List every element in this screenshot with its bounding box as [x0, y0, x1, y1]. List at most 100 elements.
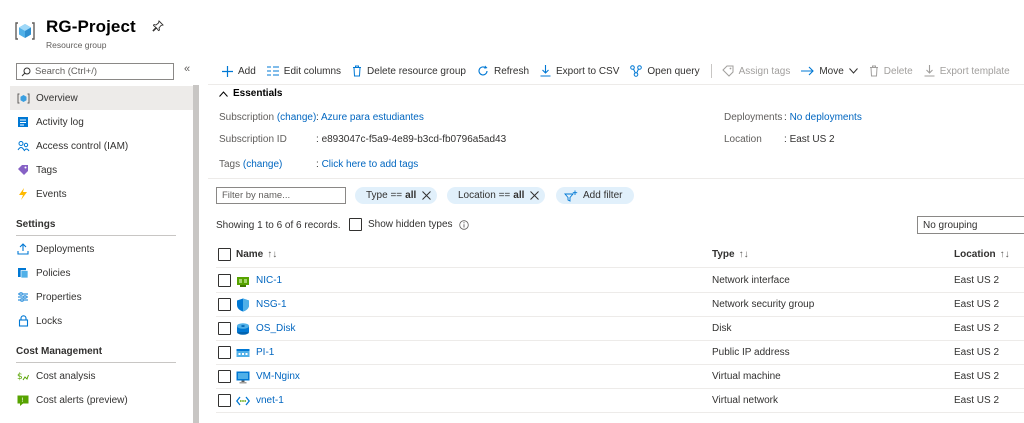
people-icon [16, 139, 30, 153]
row-checkbox[interactable] [218, 274, 231, 287]
essentials-deployments-value: : No deployments [784, 112, 862, 123]
row-checkbox[interactable] [218, 322, 231, 335]
add-filter-button[interactable]: Add filter [556, 187, 635, 204]
resource-name-link[interactable]: NIC-1 [256, 275, 282, 286]
select-all-checkbox[interactable] [218, 248, 231, 261]
export-csv-button[interactable]: Export to CSV [540, 65, 619, 77]
svg-text:!: ! [21, 396, 24, 404]
table-row[interactable]: NSG-1 Network security group East US 2 [216, 293, 1024, 317]
pin-icon[interactable] [152, 20, 164, 32]
tag-icon [721, 65, 734, 77]
type-filter-pill[interactable]: Type == all [355, 187, 438, 204]
activity-log-icon [16, 115, 30, 129]
search-placeholder: Search (Ctrl+/) [35, 66, 98, 77]
resource-name-link[interactable]: PI-1 [256, 347, 274, 358]
resource-name-link[interactable]: VM-Nginx [256, 371, 300, 382]
assign-tags-button[interactable]: Assign tags [721, 65, 790, 77]
table-row[interactable]: OS_Disk Disk East US 2 [216, 317, 1024, 341]
column-header-location[interactable]: Location ↑↓ [954, 249, 1010, 260]
sidebar-item-deployments[interactable]: Deployments [10, 237, 193, 261]
close-icon[interactable] [422, 191, 432, 200]
move-button[interactable]: Move [801, 66, 858, 77]
trash-icon [869, 65, 878, 77]
delete-resource-group-button[interactable]: Delete resource group [352, 65, 466, 77]
sidebar-item-policies[interactable]: Policies [10, 261, 193, 285]
row-checkbox[interactable] [218, 394, 231, 407]
delete-button[interactable]: Delete [869, 65, 913, 77]
essentials-tags-value: : Click here to add tags [316, 159, 419, 170]
download-icon [540, 65, 551, 77]
essentials-tags: Tags (change) [219, 159, 283, 170]
lightning-icon [16, 187, 30, 201]
sidebar-scrollbar[interactable] [193, 85, 199, 423]
sidebar-item-access-control[interactable]: Access control (IAM) [10, 134, 193, 158]
table-row[interactable]: NIC-1 Network interface East US 2 [216, 269, 1024, 293]
network-interface-icon [237, 277, 249, 287]
query-icon [630, 65, 643, 77]
sidebar-item-tags[interactable]: Tags [10, 158, 193, 182]
location-filter-pill[interactable]: Location == all [447, 187, 546, 204]
column-header-type[interactable]: Type ↑↓ [712, 249, 749, 260]
add-button[interactable]: Add [222, 65, 256, 77]
essentials-subscription: Subscription (change) [219, 112, 317, 123]
open-query-button[interactable]: Open query [630, 65, 700, 77]
edit-columns-button[interactable]: Edit columns [266, 66, 341, 77]
sort-icon: ↑↓ [267, 249, 278, 260]
change-tags-link[interactable]: (change) [243, 159, 282, 170]
shield-icon [237, 298, 249, 312]
subscription-link[interactable]: Azure para estudiantes [321, 112, 424, 123]
download-icon [924, 65, 935, 77]
change-subscription-link[interactable]: (change) [277, 112, 316, 123]
column-header-name[interactable]: Name ↑↓ [236, 249, 277, 260]
essentials-subscription-value: : Azure para estudiantes [316, 112, 424, 123]
upload-icon [16, 242, 30, 256]
resource-name-link[interactable]: OS_Disk [256, 323, 295, 334]
toolbar-divider [208, 84, 1024, 85]
sort-icon: ↑↓ [738, 249, 749, 260]
sidebar-item-properties[interactable]: Properties [10, 285, 193, 309]
chevron-up-icon [219, 89, 228, 99]
show-hidden-types-checkbox[interactable]: Show hidden types [349, 218, 469, 231]
search-input[interactable]: Search (Ctrl+/) [16, 63, 174, 80]
sidebar-item-cost-alerts[interactable]: ! Cost alerts (preview) [10, 388, 193, 412]
disk-icon [237, 323, 249, 335]
table-row[interactable]: vnet-1 Virtual network East US 2 [216, 389, 1024, 413]
page-subtitle: Resource group [46, 40, 107, 50]
cost-analysis-icon: $ [16, 369, 30, 383]
page-title: RG-Project [46, 17, 136, 36]
add-tags-link[interactable]: Click here to add tags [322, 159, 419, 170]
search-icon [21, 67, 31, 76]
sidebar-item-events[interactable]: Events [10, 182, 193, 206]
checkbox[interactable] [349, 218, 362, 231]
tag-icon [16, 163, 30, 177]
deployments-link[interactable]: No deployments [790, 112, 862, 123]
table-row[interactable]: VM-Nginx Virtual machine East US 2 [216, 365, 1024, 389]
collapse-sidebar-button[interactable]: « [184, 63, 190, 75]
grouping-dropdown[interactable]: No grouping [917, 216, 1024, 234]
sidebar-item-cost-analysis[interactable]: $ Cost analysis [10, 364, 193, 388]
resource-name-link[interactable]: vnet-1 [256, 395, 284, 406]
sidebar-item-overview[interactable]: Overview [10, 86, 193, 110]
export-template-button[interactable]: Export template [924, 65, 1010, 77]
plus-icon [222, 65, 233, 77]
sort-icon: ↑↓ [999, 249, 1010, 260]
sidebar-item-activity-log[interactable]: Activity log [10, 110, 193, 134]
row-divider [216, 412, 1024, 413]
row-checkbox[interactable] [218, 370, 231, 383]
settings-section-header: Settings [16, 219, 176, 236]
filter-by-name-input[interactable]: Filter by name... [216, 187, 346, 204]
sidebar-item-locks[interactable]: Locks [10, 309, 193, 333]
refresh-icon [478, 65, 488, 76]
essentials-toggle[interactable]: Essentials [219, 88, 282, 99]
virtual-machine-icon [236, 371, 250, 384]
resource-group-icon [16, 91, 30, 105]
essentials-location-label: Location [724, 134, 762, 145]
table-row[interactable]: PI-1 Public IP address East US 2 [216, 341, 1024, 365]
table-header-divider [216, 267, 1024, 268]
row-checkbox[interactable] [218, 298, 231, 311]
chevron-down-icon [848, 68, 858, 74]
row-checkbox[interactable] [218, 346, 231, 359]
close-icon[interactable] [530, 191, 540, 200]
refresh-button[interactable]: Refresh [477, 65, 529, 77]
resource-name-link[interactable]: NSG-1 [256, 299, 287, 310]
